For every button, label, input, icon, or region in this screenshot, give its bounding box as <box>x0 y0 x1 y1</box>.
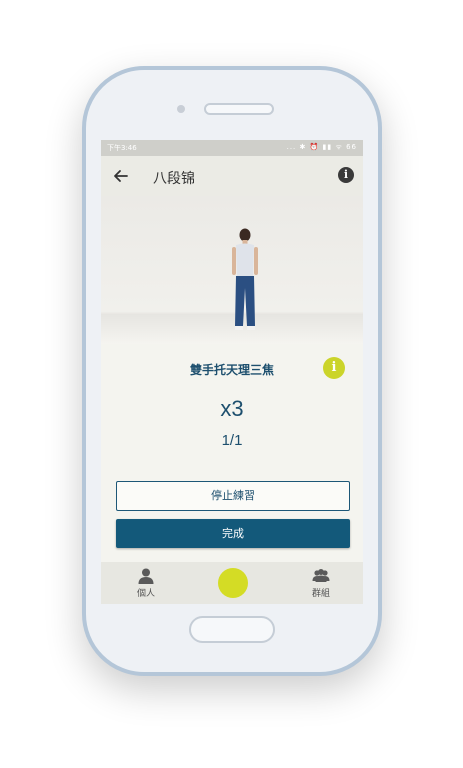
page-title: 八段锦 <box>153 171 195 187</box>
home-button[interactable] <box>189 616 275 643</box>
app-bar: 八段锦 i <box>101 156 363 196</box>
tab-personal-label: 個人 <box>136 589 155 599</box>
back-arrow-icon[interactable] <box>111 166 131 186</box>
info-icon[interactable]: i <box>338 167 354 183</box>
tab-groups-label: 群組 <box>311 589 330 599</box>
tab-personal[interactable]: 個人 <box>116 567 176 599</box>
exercise-video[interactable] <box>101 196 363 344</box>
tab-groups[interactable]: 群組 <box>291 567 351 599</box>
app-screen: 下午3:46 ... ✱ ⏰ ▮▮ ᯤ 66 八段锦 i 雙手托天理三焦 i x… <box>101 140 363 604</box>
group-icon <box>312 569 330 582</box>
front-camera <box>177 105 185 113</box>
person-icon <box>138 568 154 584</box>
earpiece-speaker <box>204 103 274 115</box>
status-icons: ... ✱ ⏰ ▮▮ ᯤ 66 <box>286 143 357 151</box>
instructor-figure <box>232 228 258 330</box>
set-progress: 1/1 <box>221 432 243 449</box>
status-time: 下午3:46 <box>107 144 137 152</box>
done-button[interactable]: 完成 <box>116 519 350 548</box>
stop-practice-button[interactable]: 停止練習 <box>116 481 350 511</box>
repetition-count: x3 <box>220 396 244 421</box>
status-bar: 下午3:46 ... ✱ ⏰ ▮▮ ᯤ 66 <box>101 140 363 156</box>
center-action-button[interactable] <box>218 568 248 598</box>
exercise-info-icon[interactable]: i <box>323 357 345 379</box>
